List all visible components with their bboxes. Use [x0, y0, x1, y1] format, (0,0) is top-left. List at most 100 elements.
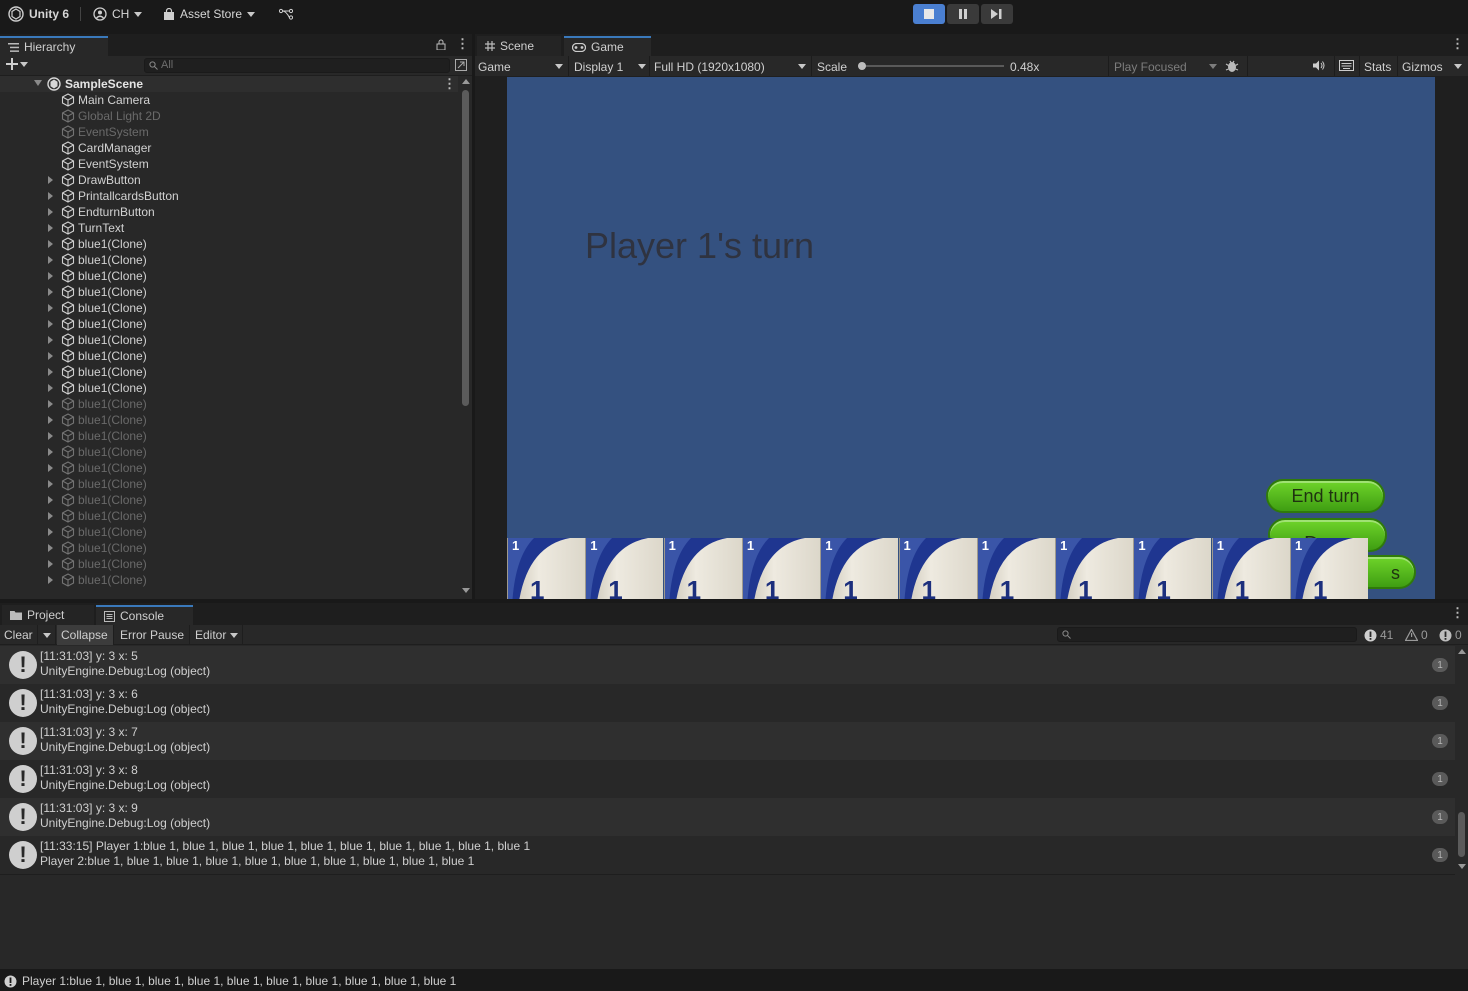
card[interactable]: 11	[663, 538, 742, 599]
expand-arrow-icon[interactable]	[34, 80, 42, 86]
hierarchy-item[interactable]: blue1(Clone)	[0, 412, 458, 428]
create-dropdown[interactable]	[6, 58, 28, 70]
expand-arrow-icon[interactable]	[48, 288, 53, 296]
tab-scene[interactable]: Scene	[477, 36, 561, 56]
hierarchy-scrollbar[interactable]	[459, 76, 472, 599]
expand-arrow-icon[interactable]	[48, 256, 53, 264]
tab-project[interactable]: Project	[2, 605, 94, 625]
tab-game[interactable]: Game	[564, 36, 651, 56]
hierarchy-item[interactable]: blue1(Clone)	[0, 476, 458, 492]
hierarchy-item[interactable]: EndturnButton	[0, 204, 458, 220]
expand-arrow-icon[interactable]	[48, 528, 53, 536]
resolution-select[interactable]: Full HD (1920x1080)	[654, 59, 806, 74]
tab-console[interactable]: Console	[96, 605, 193, 625]
hierarchy-item[interactable]: blue1(Clone)	[0, 268, 458, 284]
collapse-toggle[interactable]: Collapse	[57, 625, 114, 645]
expand-arrow-icon[interactable]	[48, 560, 53, 568]
scene-row[interactable]: SampleScene ⋮	[0, 76, 458, 92]
hierarchy-item[interactable]: PrintallcardsButton	[0, 188, 458, 204]
expand-arrow-icon[interactable]	[48, 384, 53, 392]
hierarchy-item[interactable]: EventSystem	[0, 124, 458, 140]
error-count-toggle[interactable]: 0	[1439, 627, 1462, 643]
unity-menu-button[interactable]: Unity 6	[8, 5, 69, 23]
expand-arrow-icon[interactable]	[48, 416, 53, 424]
hierarchy-item[interactable]: blue1(Clone)	[0, 572, 458, 588]
hierarchy-item[interactable]: blue1(Clone)	[0, 460, 458, 476]
lock-icon[interactable]	[436, 39, 446, 50]
game-mode-select[interactable]: Game	[478, 59, 563, 74]
hierarchy-item[interactable]: blue1(Clone)	[0, 556, 458, 572]
scrollbar-thumb[interactable]	[1458, 812, 1465, 857]
editor-dropdown[interactable]: Editor	[191, 625, 243, 645]
expand-arrow-icon[interactable]	[48, 352, 53, 360]
hierarchy-item[interactable]: blue1(Clone)	[0, 492, 458, 508]
step-button[interactable]	[981, 4, 1013, 24]
more-options-icon[interactable]: ⋮	[1451, 606, 1464, 619]
hierarchy-item[interactable]: blue1(Clone)	[0, 332, 458, 348]
card[interactable]: 11	[1055, 538, 1134, 599]
console-log-entry[interactable]: ! [11:31:03] y: 3 x: 9 UnityEngine.Debug:L…	[0, 798, 1455, 836]
card[interactable]: 11	[1290, 538, 1368, 599]
gizmos-button[interactable]: Gizmos	[1402, 59, 1443, 74]
slider-knob[interactable]	[858, 62, 866, 70]
scroll-up-icon[interactable]	[1458, 649, 1466, 654]
hierarchy-item[interactable]: blue1(Clone)	[0, 316, 458, 332]
console-scrollbar[interactable]	[1455, 646, 1468, 878]
hierarchy-item[interactable]: blue1(Clone)	[0, 364, 458, 380]
status-message[interactable]: Player 1:blue 1, blue 1, blue 1, blue 1,…	[22, 974, 456, 988]
card[interactable]: 11	[976, 538, 1055, 599]
card[interactable]: 11	[741, 538, 820, 599]
card[interactable]: 11	[585, 538, 664, 599]
account-dropdown[interactable]: CH	[93, 5, 143, 23]
bug-icon[interactable]	[1225, 59, 1239, 73]
expand-arrow-icon[interactable]	[48, 544, 53, 552]
hierarchy-item[interactable]: blue1(Clone)	[0, 300, 458, 316]
hierarchy-item[interactable]: blue1(Clone)	[0, 524, 458, 540]
hierarchy-item[interactable]: EventSystem	[0, 156, 458, 172]
expand-arrow-icon[interactable]	[48, 464, 53, 472]
keyboard-icon[interactable]	[1339, 60, 1354, 71]
hierarchy-item[interactable]: TurnText	[0, 220, 458, 236]
hierarchy-item[interactable]: blue1(Clone)	[0, 380, 458, 396]
warning-count-toggle[interactable]: 0	[1405, 627, 1428, 643]
audio-icon[interactable]	[1313, 60, 1326, 71]
chevron-down-icon[interactable]	[1454, 64, 1462, 69]
card[interactable]: 11	[1133, 538, 1212, 599]
hierarchy-item[interactable]: blue1(Clone)	[0, 236, 458, 252]
scale-slider[interactable]	[858, 62, 1004, 70]
expand-arrow-icon[interactable]	[48, 336, 53, 344]
hierarchy-item[interactable]: blue1(Clone)	[0, 540, 458, 556]
console-log-entry[interactable]: ! [11:31:03] y: 3 x: 6 UnityEngine.Debug:L…	[0, 684, 1455, 722]
scroll-down-icon[interactable]	[462, 588, 470, 593]
expand-arrow-icon[interactable]	[48, 320, 53, 328]
more-options-icon[interactable]: ⋮	[456, 37, 469, 50]
card[interactable]: 11	[820, 538, 899, 599]
stats-button[interactable]: Stats	[1364, 59, 1391, 74]
more-options-icon[interactable]: ⋮	[443, 77, 456, 90]
hierarchy-item[interactable]: blue1(Clone)	[0, 428, 458, 444]
hierarchy-item[interactable]: blue1(Clone)	[0, 252, 458, 268]
hierarchy-item[interactable]: CardManager	[0, 140, 458, 156]
expand-arrow-icon[interactable]	[48, 208, 53, 216]
play-focused-select[interactable]: Play Focused	[1114, 59, 1217, 74]
hierarchy-item[interactable]: Main Camera	[0, 92, 458, 108]
hierarchy-item[interactable]: blue1(Clone)	[0, 508, 458, 524]
expand-arrow-icon[interactable]	[48, 400, 53, 408]
scrollbar-thumb[interactable]	[462, 90, 469, 406]
expand-arrow-icon[interactable]	[48, 432, 53, 440]
game-canvas[interactable]: Player 1's turn s Draw End turn 11111111…	[507, 77, 1435, 599]
scene-visibility-icon[interactable]	[455, 59, 467, 71]
card[interactable]: 11	[1211, 538, 1290, 599]
console-log-entry[interactable]: ! [11:31:03] y: 3 x: 8 UnityEngine.Debug:L…	[0, 760, 1455, 798]
log-count-toggle[interactable]: 41	[1364, 627, 1393, 643]
clear-button[interactable]: Clear	[0, 625, 38, 645]
expand-arrow-icon[interactable]	[48, 368, 53, 376]
asset-store-dropdown[interactable]: Asset Store	[163, 5, 256, 23]
expand-arrow-icon[interactable]	[48, 224, 53, 232]
expand-arrow-icon[interactable]	[48, 448, 53, 456]
console-log-entry[interactable]: ! [11:31:03] y: 3 x: 7 UnityEngine.Debug:L…	[0, 722, 1455, 760]
expand-arrow-icon[interactable]	[48, 192, 53, 200]
card[interactable]: 11	[898, 538, 977, 599]
clear-options-dropdown[interactable]	[38, 625, 56, 645]
pause-button[interactable]	[947, 4, 979, 24]
